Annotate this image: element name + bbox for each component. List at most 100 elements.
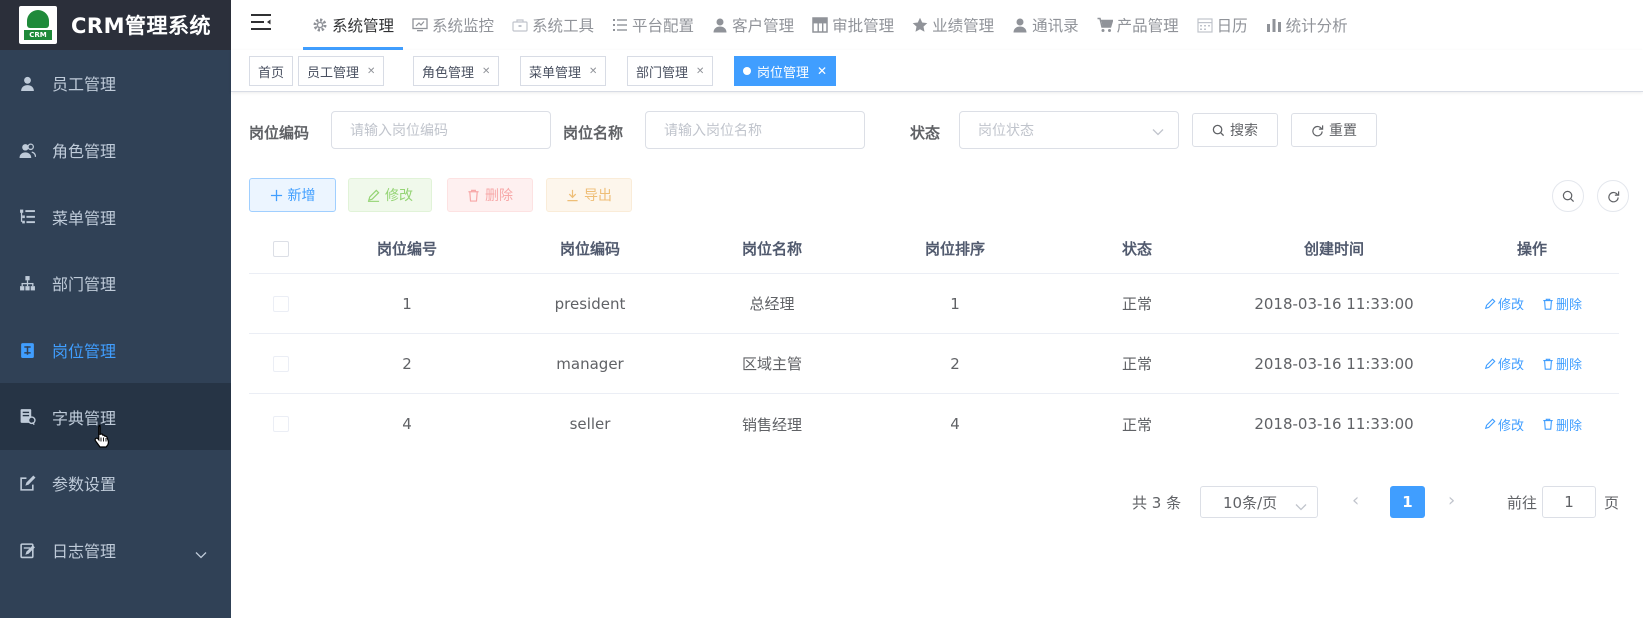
tag-role[interactable]: 角色管理 ✕ [413,56,500,86]
topmenu-tools[interactable]: 系统工具 [503,0,603,50]
refresh-table-button[interactable] [1597,180,1629,212]
topmenu-label: 系统工具 [532,17,595,35]
topmenu-customer[interactable]: 客户管理 [703,0,803,50]
col-post-sort[interactable]: 岗位排序 [925,238,985,259]
row-edit-label: 修改 [1498,298,1525,313]
sidebar-item-role[interactable]: 角色管理 [0,117,231,184]
page-size-select[interactable]: 10条/页 [1200,486,1318,518]
post-name-input[interactable]: 请输入岗位名称 [645,111,865,149]
close-icon[interactable]: ✕ [367,66,375,77]
tag-menu[interactable]: 菜单管理 ✕ [520,56,607,86]
sidebar-item-label: 岗位管理 [52,342,117,362]
search-button[interactable]: 搜索 [1192,113,1278,147]
row-checkbox[interactable] [273,416,289,432]
col-post-id[interactable]: 岗位编号 [377,238,437,259]
topmenu-contacts[interactable]: 通讯录 [1003,0,1088,50]
refresh-icon [1312,124,1324,136]
monitor-icon [412,18,428,32]
reset-button[interactable]: 重置 [1291,113,1377,147]
sidebar-item-log[interactable]: 日志管理 [0,517,231,584]
sidebar-item-config[interactable]: 参数设置 [0,450,231,517]
row-delete-link[interactable]: 删除 [1542,415,1582,434]
col-actions: 操作 [1516,240,1548,258]
user-icon [1013,18,1027,33]
row-checkbox[interactable] [273,355,289,372]
chevron-right-icon[interactable]: › [1448,490,1455,511]
post-name-label: 岗位名称 [563,124,624,142]
sidebar-item-menu[interactable]: 菜单管理 [0,183,231,250]
topmenu-label: 统计分析 [1285,17,1348,35]
chart-icon [1266,19,1281,32]
tag-dept[interactable]: 部门管理 ✕ [627,56,714,86]
row-delete-link[interactable]: 删除 [1542,294,1582,313]
chevron-down-icon [1152,124,1164,140]
tag-employee[interactable]: 员工管理 ✕ [298,56,385,86]
hamburger-icon[interactable] [251,13,271,35]
page-number-current[interactable]: 1 [1390,486,1425,518]
tag-home[interactable]: 首页 [249,56,294,86]
topmenu-monitor[interactable]: 系统监控 [403,0,503,50]
export-button[interactable]: 导出 [546,178,632,212]
topmenu-performance[interactable]: 业绩管理 [903,0,1003,50]
tags-view: 首页 员工管理 ✕ 角色管理 ✕ 菜单管理 ✕ 部门管理 ✕ 岗位管理 ✕ [231,50,1643,92]
sidebar-item-post[interactable]: 岗位管理 [0,317,231,384]
topmenu-product[interactable]: 产品管理 [1088,0,1188,50]
sidebar-menu: 员工管理 角色管理 菜单管理 部门管理 岗位管理 字典管理 参数设置 日志管理 [0,50,231,584]
edit-icon [1484,357,1496,369]
post-table: 岗位编号 岗位编码 岗位名称 岗位排序 状态 创建时间 操作 1 preside… [249,224,1619,454]
page-size-value: 10条/页 [1223,493,1278,512]
col-post-name[interactable]: 岗位名称 [742,238,802,259]
sidebar-item-employee[interactable]: 员工管理 [0,50,231,117]
topmenu-label: 日历 [1216,17,1248,35]
tag-post[interactable]: 岗位管理 ✕ [734,56,837,86]
col-status[interactable]: 状态 [1122,238,1152,259]
sidebar-item-dict[interactable]: 字典管理 [0,383,231,451]
cell-post-id: 2 [402,354,412,373]
topmenu-statistics[interactable]: 统计分析 [1257,0,1357,50]
row-edit-link[interactable]: 修改 [1484,354,1524,373]
refresh-icon [1607,190,1619,202]
select-all-checkbox[interactable] [273,240,289,257]
table-row[interactable]: 1 president 总经理 1 正常 2018-03-16 11:33:00… [249,274,1619,334]
top-menu: 系统管理 系统监控 系统工具 平台配置 客户管理 审批管理 业绩管理 通讯录 产… [303,0,1357,50]
row-edit-link[interactable]: 修改 [1484,294,1524,313]
close-icon[interactable]: ✕ [696,66,704,77]
post-code-input[interactable]: 请输入岗位编码 [331,111,551,149]
logo[interactable]: CRM CRM管理系统 [0,0,231,50]
delete-button[interactable]: 删除 [447,178,533,212]
table-row[interactable]: 4 seller 销售经理 4 正常 2018-03-16 11:33:00 修… [249,394,1619,454]
sidebar-item-label: 员工管理 [52,75,117,95]
row-delete-link[interactable]: 删除 [1542,354,1582,373]
chevron-down-icon [195,544,207,563]
row-checkbox[interactable] [273,295,289,312]
cell-status: 正常 [1121,295,1153,313]
topmenu-platform[interactable]: 平台配置 [603,0,703,50]
toggle-search-button[interactable] [1552,180,1584,212]
chevron-left-icon[interactable]: ‹ [1352,490,1359,511]
row-edit-label: 修改 [1498,358,1525,373]
goto-page-input[interactable]: 1 [1542,486,1596,518]
topmenu-system[interactable]: 系统管理 [303,0,404,50]
search-icon [1212,124,1225,136]
col-created[interactable]: 创建时间 [1304,238,1364,259]
status-select[interactable]: 岗位状态 [959,111,1179,149]
cell-post-name: 销售经理 [741,415,803,434]
close-icon[interactable]: ✕ [817,64,827,78]
cell-status: 正常 [1121,415,1153,434]
topmenu-calendar[interactable]: 日历 [1188,0,1257,50]
edit-button[interactable]: 修改 [348,178,432,212]
table-row[interactable]: 2 manager 区域主管 2 正常 2018-03-16 11:33:00 … [249,334,1619,394]
trash-icon [1543,298,1553,310]
sidebar-item-label: 菜单管理 [52,208,117,228]
add-button[interactable]: 新增 [249,178,336,212]
col-post-code[interactable]: 岗位编码 [560,238,620,259]
hand-pointer-cursor-icon [93,424,111,452]
close-icon[interactable]: ✕ [482,66,490,77]
topmenu-approval[interactable]: 审批管理 [803,0,903,50]
close-icon[interactable]: ✕ [589,66,597,77]
active-dot-icon [743,67,751,75]
row-edit-link[interactable]: 修改 [1484,415,1524,434]
topmenu-label: 产品管理 [1116,17,1179,35]
sidebar-item-dept[interactable]: 部门管理 [0,250,231,317]
user-icon [713,18,727,33]
